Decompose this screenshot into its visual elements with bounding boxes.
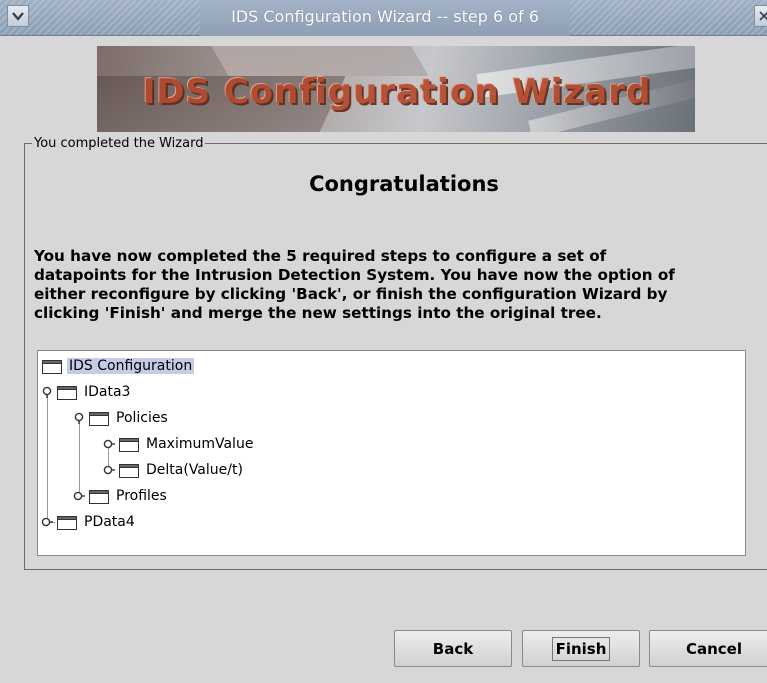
tree-node-maximumvalue[interactable]: MaximumValue (103, 434, 255, 454)
tree-node-label: Policies (116, 410, 168, 426)
message-line: datapoints for the Intrusion Detection S… (34, 266, 675, 284)
finish-button-label: Finish (551, 636, 611, 661)
collapsed-toggle-icon[interactable] (103, 464, 115, 476)
banner-title: IDS Configuration Wizard (142, 72, 652, 112)
cancel-button-label: Cancel (685, 639, 742, 658)
message-line: clicking 'Finish' and merge the new sett… (34, 304, 602, 322)
title-bar[interactable]: IDS Configuration Wizard -- step 6 of 6 (0, 0, 767, 36)
folder-icon (119, 437, 139, 452)
folder-icon (89, 489, 109, 504)
collapsed-toggle-icon[interactable] (103, 438, 115, 450)
cancel-button[interactable]: Cancel (649, 630, 767, 667)
configuration-tree[interactable]: IDS Configuration IData3 Policies Maximu… (37, 350, 746, 556)
window-title: IDS Configuration Wizard -- step 6 of 6 (200, 0, 570, 36)
tree-node-idata3[interactable]: IData3 (41, 382, 132, 402)
tree-node-label: IData3 (84, 384, 131, 400)
tree-node-policies[interactable]: Policies (73, 408, 170, 428)
tree-node-pdata4[interactable]: PData4 (41, 512, 137, 532)
folder-icon (89, 411, 109, 426)
tree-node-label: PData4 (84, 514, 135, 530)
back-button[interactable]: Back (394, 630, 512, 667)
tree-node-profiles[interactable]: Profiles (73, 486, 169, 506)
message-line: You have now completed the 5 required st… (34, 247, 607, 265)
group-legend: You completed the Wizard (32, 136, 206, 151)
tree-node-delta[interactable]: Delta(Value/t) (103, 460, 245, 480)
folder-icon (57, 385, 77, 400)
chevron-down-icon (12, 12, 24, 21)
tree-node-root[interactable]: IDS Configuration (42, 356, 195, 376)
collapsed-toggle-icon[interactable] (73, 490, 85, 502)
tree-node-label: Profiles (116, 488, 167, 504)
expanded-toggle-icon[interactable] (73, 412, 85, 424)
tree-node-label: MaximumValue (146, 436, 254, 452)
folder-icon (119, 463, 139, 478)
tree-node-label: IDS Configuration (67, 358, 195, 374)
message-line: either reconfigure by clicking 'Back', o… (34, 285, 668, 303)
window-close-button[interactable] (754, 5, 767, 27)
expanded-toggle-icon[interactable] (41, 386, 53, 398)
close-icon (759, 11, 767, 21)
folder-icon (42, 359, 62, 374)
completion-message: You have now completed the 5 required st… (34, 247, 754, 323)
wizard-banner: IDS Configuration Wizard (97, 46, 695, 132)
finish-button[interactable]: Finish (522, 630, 640, 667)
collapsed-toggle-icon[interactable] (41, 516, 53, 528)
folder-icon (57, 515, 77, 530)
window-menu-button[interactable] (7, 5, 29, 27)
tree-node-label: Delta(Value/t) (146, 462, 243, 478)
congratulations-heading: Congratulations (309, 172, 499, 196)
back-button-label: Back (432, 639, 474, 658)
